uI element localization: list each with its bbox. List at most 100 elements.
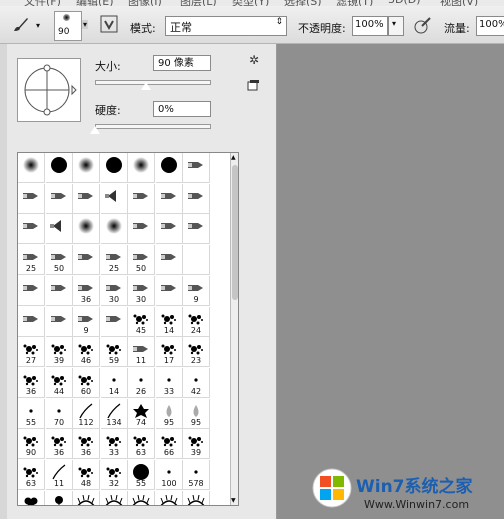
- brush-preset-cell[interactable]: [18, 276, 45, 306]
- flow-input[interactable]: 100%: [476, 16, 504, 36]
- brush-preset-cell[interactable]: [46, 276, 73, 306]
- brush-preset-cell[interactable]: [73, 153, 100, 183]
- brush-preset-cell[interactable]: 63: [18, 460, 45, 490]
- brush-preset-cell[interactable]: 36: [18, 368, 45, 398]
- brush-preset-cell[interactable]: 510: [18, 491, 45, 505]
- brush-preset-cell[interactable]: [46, 214, 73, 244]
- brush-preset-cell[interactable]: 360: [183, 491, 210, 505]
- brush-preset-cell[interactable]: [128, 153, 155, 183]
- new-preset-icon[interactable]: [247, 80, 259, 92]
- brush-preset-cell[interactable]: 26: [128, 368, 155, 398]
- brush-preset-cell[interactable]: 11: [128, 337, 155, 367]
- brush-preset-cell[interactable]: 11: [46, 460, 73, 490]
- brush-preset-cell[interactable]: 1007: [156, 491, 183, 505]
- brush-preset-cell[interactable]: [101, 214, 128, 244]
- brush-preset-cell[interactable]: 55: [128, 460, 155, 490]
- brush-preset-cell[interactable]: [128, 184, 155, 214]
- brush-preset-cell[interactable]: [46, 184, 73, 214]
- brush-preset-cell[interactable]: [128, 214, 155, 244]
- brush-tool-icon[interactable]: [10, 14, 30, 34]
- brush-preset-cell[interactable]: [73, 184, 100, 214]
- hardness-slider[interactable]: [95, 124, 211, 129]
- brush-preset-cell[interactable]: 100: [156, 460, 183, 490]
- brush-preset-cell[interactable]: 9: [183, 276, 210, 306]
- brush-preset-cell[interactable]: [183, 184, 210, 214]
- brush-preset-cell[interactable]: 90: [18, 429, 45, 459]
- brush-preset-cell[interactable]: 45: [128, 307, 155, 337]
- brush-preset-cell[interactable]: [156, 153, 183, 183]
- brush-preset-cell[interactable]: 25: [101, 245, 128, 275]
- tool-preset-dropdown-icon[interactable]: ▾: [36, 21, 40, 30]
- brush-preset-cell[interactable]: 578: [183, 460, 210, 490]
- brush-preset-cell[interactable]: 112: [73, 399, 100, 429]
- brush-preset-cell[interactable]: 500: [46, 491, 73, 505]
- brush-preset-cell[interactable]: 27: [18, 337, 45, 367]
- brush-preset-cell[interactable]: 39: [183, 429, 210, 459]
- brush-preset-cell[interactable]: [101, 184, 128, 214]
- brush-preset-cell[interactable]: [101, 153, 128, 183]
- brush-preset-cell[interactable]: [183, 214, 210, 244]
- brush-panel-toggle-icon[interactable]: [100, 15, 118, 33]
- brush-preset-cell[interactable]: [73, 245, 100, 275]
- brush-preset-cell[interactable]: [46, 153, 73, 183]
- brush-preset-cell[interactable]: [46, 307, 73, 337]
- brush-preset-cell[interactable]: [73, 214, 100, 244]
- brush-preset-cell[interactable]: 23: [183, 337, 210, 367]
- brush-preset-cell[interactable]: 24: [183, 307, 210, 337]
- brush-preset-cell[interactable]: 33: [101, 429, 128, 459]
- brush-preset-cell[interactable]: 74: [128, 399, 155, 429]
- brush-preset-cell[interactable]: 48: [73, 460, 100, 490]
- brush-preset-cell[interactable]: 66: [156, 429, 183, 459]
- brush-preset-cell[interactable]: [156, 245, 183, 275]
- brush-angle-preview[interactable]: [17, 58, 81, 122]
- brush-preset-cell[interactable]: 30: [128, 276, 155, 306]
- brush-preset-cell[interactable]: 134: [101, 399, 128, 429]
- size-slider-thumb[interactable]: [140, 81, 153, 91]
- brush-preset-cell[interactable]: [183, 245, 210, 275]
- brush-preset-cell[interactable]: [101, 307, 128, 337]
- scroll-up-icon[interactable]: ▲: [231, 154, 236, 161]
- brush-preset-cell[interactable]: 498: [101, 491, 128, 505]
- gear-icon[interactable]: ✲: [249, 53, 259, 67]
- brush-preset-cell[interactable]: 33: [156, 368, 183, 398]
- brush-preset-cell[interactable]: 63: [128, 429, 155, 459]
- brush-preset-cell[interactable]: 46: [73, 337, 100, 367]
- brush-preset-cell[interactable]: 36: [46, 429, 73, 459]
- brush-preset-cell[interactable]: 50: [46, 245, 73, 275]
- hardness-slider-thumb[interactable]: [89, 125, 101, 135]
- brush-preset-cell[interactable]: 14: [156, 307, 183, 337]
- document-canvas-area[interactable]: [276, 44, 504, 519]
- brush-preset-picker[interactable]: 90: [54, 11, 82, 41]
- brush-preset-cell[interactable]: [183, 153, 210, 183]
- brush-preset-cell[interactable]: 44: [46, 368, 73, 398]
- size-input[interactable]: 90 像素: [153, 55, 211, 71]
- brush-preset-cell[interactable]: [18, 307, 45, 337]
- brush-preset-cell[interactable]: 9: [73, 307, 100, 337]
- brush-preset-cell[interactable]: 39: [46, 337, 73, 367]
- brush-preset-cell[interactable]: 70: [46, 399, 73, 429]
- brush-preset-cell[interactable]: 496: [128, 491, 155, 505]
- brush-preset-cell[interactable]: 498: [73, 491, 100, 505]
- scrollbar[interactable]: ▲ ▼: [230, 153, 238, 505]
- size-slider[interactable]: [95, 80, 211, 85]
- brush-preset-cell[interactable]: 32: [101, 460, 128, 490]
- brush-preset-cell[interactable]: 59: [101, 337, 128, 367]
- brush-preset-cell[interactable]: 30: [101, 276, 128, 306]
- brush-preset-cell[interactable]: 60: [73, 368, 100, 398]
- scroll-thumb[interactable]: [232, 165, 238, 300]
- hardness-input[interactable]: 0%: [153, 101, 211, 117]
- brush-preset-cell[interactable]: [156, 276, 183, 306]
- scroll-down-icon[interactable]: ▼: [231, 497, 236, 504]
- brush-preset-cell[interactable]: 55: [18, 399, 45, 429]
- brush-preset-cell[interactable]: [18, 184, 45, 214]
- brush-preset-cell[interactable]: 42: [183, 368, 210, 398]
- brush-preset-cell[interactable]: 25: [18, 245, 45, 275]
- brush-preset-cell[interactable]: [156, 184, 183, 214]
- brush-preset-cell[interactable]: [18, 153, 45, 183]
- brush-preset-cell[interactable]: 95: [156, 399, 183, 429]
- brush-preset-cell[interactable]: [18, 214, 45, 244]
- opacity-input[interactable]: 100%: [352, 16, 388, 36]
- mode-select[interactable]: 正常 ⇕: [165, 16, 287, 36]
- brush-preset-cell[interactable]: 14: [101, 368, 128, 398]
- brush-preset-cell[interactable]: 36: [73, 276, 100, 306]
